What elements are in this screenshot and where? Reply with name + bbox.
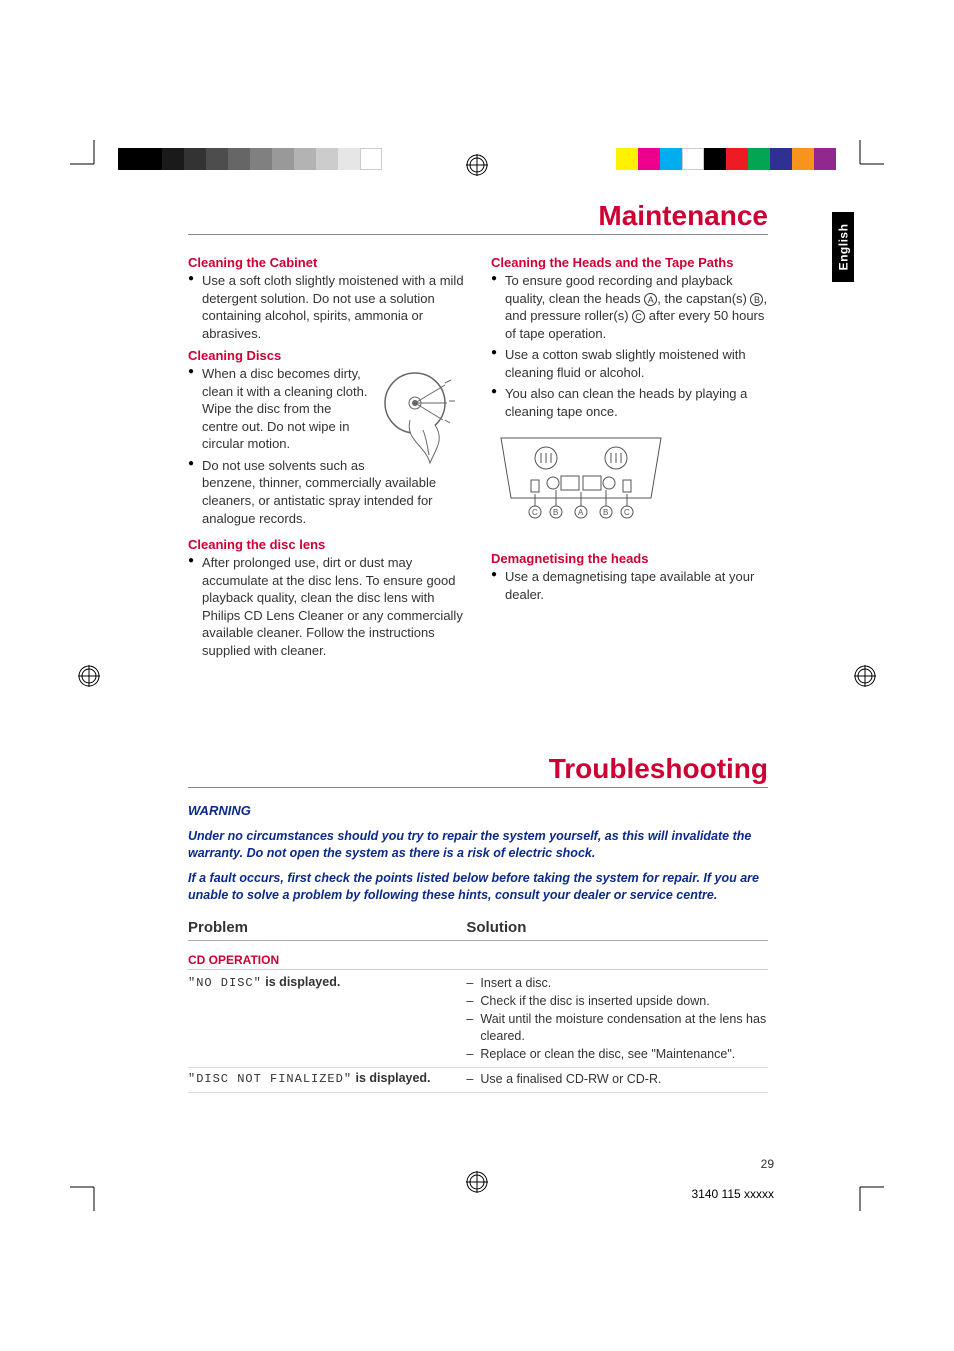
- section-title-troubleshooting: Troubleshooting: [188, 753, 768, 788]
- bullet-cotton-swab: Use a cotton swab slightly moistened wit…: [505, 346, 768, 381]
- table-row: "DISC NOT FINALIZED" is displayed. Use a…: [188, 1068, 768, 1093]
- heading-cleaning-heads: Cleaning the Heads and the Tape Paths: [491, 255, 768, 270]
- color-bar-right: [616, 148, 836, 170]
- crop-mark-tl: [70, 140, 104, 174]
- language-tab: English: [832, 212, 854, 282]
- crop-mark-tr: [850, 140, 884, 174]
- heading-demagnetising: Demagnetising the heads: [491, 551, 768, 566]
- bullet-disc-solvents: Do not use solvents such as benzene, thi…: [202, 457, 465, 527]
- bullet-cleaning-tape: You also can clean the heads by playing …: [505, 385, 768, 420]
- problem-code: "NO DISC": [188, 976, 262, 990]
- language-tab-label: English: [836, 224, 850, 271]
- solution-item: Check if the disc is inserted upside dow…: [466, 993, 768, 1010]
- section-title-maintenance: Maintenance: [188, 200, 768, 235]
- page-number: 29: [761, 1157, 774, 1171]
- troubleshooting-table: Problem Solution CD OPERATION "NO DISC" …: [188, 919, 768, 1092]
- maintenance-left-column: Cleaning the Cabinet Use a soft cloth sl…: [188, 249, 465, 663]
- heading-cleaning-discs: Cleaning Discs: [188, 348, 465, 363]
- crop-mark-bl: [70, 1177, 104, 1211]
- label-a-icon: A: [644, 293, 657, 306]
- warning-text-1: Under no circumstances should you try to…: [188, 828, 768, 862]
- solution-item: Insert a disc.: [466, 975, 768, 992]
- heading-cleaning-cabinet: Cleaning the Cabinet: [188, 255, 465, 270]
- maintenance-right-column: Cleaning the Heads and the Tape Paths To…: [491, 249, 768, 663]
- registration-mark-bottom: [466, 1171, 488, 1193]
- bullet-heads-quality: To ensure good recording and playback qu…: [505, 272, 768, 342]
- bullet-demagnetising: Use a demagnetising tape available at yo…: [505, 568, 768, 603]
- svg-text:C: C: [624, 508, 630, 517]
- svg-text:C: C: [532, 508, 538, 517]
- solution-item: Use a finalised CD-RW or CD-R.: [466, 1071, 768, 1088]
- group-cd-operation: CD OPERATION: [188, 953, 768, 970]
- tape-path-figure: C B A B C: [491, 428, 768, 541]
- bullet-lens: After prolonged use, dirt or dust may ac…: [202, 554, 465, 659]
- registration-mark-right: [854, 665, 876, 687]
- column-header-solution: Solution: [466, 919, 768, 936]
- crop-mark-br: [850, 1177, 884, 1211]
- bullet-cabinet: Use a soft cloth slightly moistened with…: [202, 272, 465, 342]
- bullet-disc-wipe: When a disc becomes dirty, clean it with…: [202, 365, 465, 453]
- svg-text:A: A: [578, 508, 584, 517]
- problem-code: "DISC NOT FINALIZED": [188, 1072, 352, 1086]
- registration-mark-left: [78, 665, 100, 687]
- warning-block: WARNING Under no circumstances should yo…: [188, 802, 768, 903]
- solution-item: Wait until the moisture condensation at …: [466, 1011, 768, 1045]
- warning-heading: WARNING: [188, 802, 768, 820]
- warning-text-2: If a fault occurs, first check the point…: [188, 870, 768, 904]
- problem-suffix: is displayed.: [262, 975, 341, 989]
- svg-text:B: B: [553, 508, 558, 517]
- registration-mark-top: [466, 154, 488, 176]
- column-header-problem: Problem: [188, 919, 466, 936]
- solution-item: Replace or clean the disc, see "Maintena…: [466, 1046, 768, 1063]
- heading-cleaning-lens: Cleaning the disc lens: [188, 537, 465, 552]
- svg-text:B: B: [603, 508, 608, 517]
- label-b-icon: B: [750, 293, 763, 306]
- color-bar-left: [118, 148, 382, 170]
- document-number: 3140 115 xxxxx: [692, 1187, 775, 1201]
- table-row: "NO DISC" is displayed. Insert a disc. C…: [188, 972, 768, 1067]
- problem-suffix: is displayed.: [352, 1071, 431, 1085]
- label-c-icon: C: [632, 310, 645, 323]
